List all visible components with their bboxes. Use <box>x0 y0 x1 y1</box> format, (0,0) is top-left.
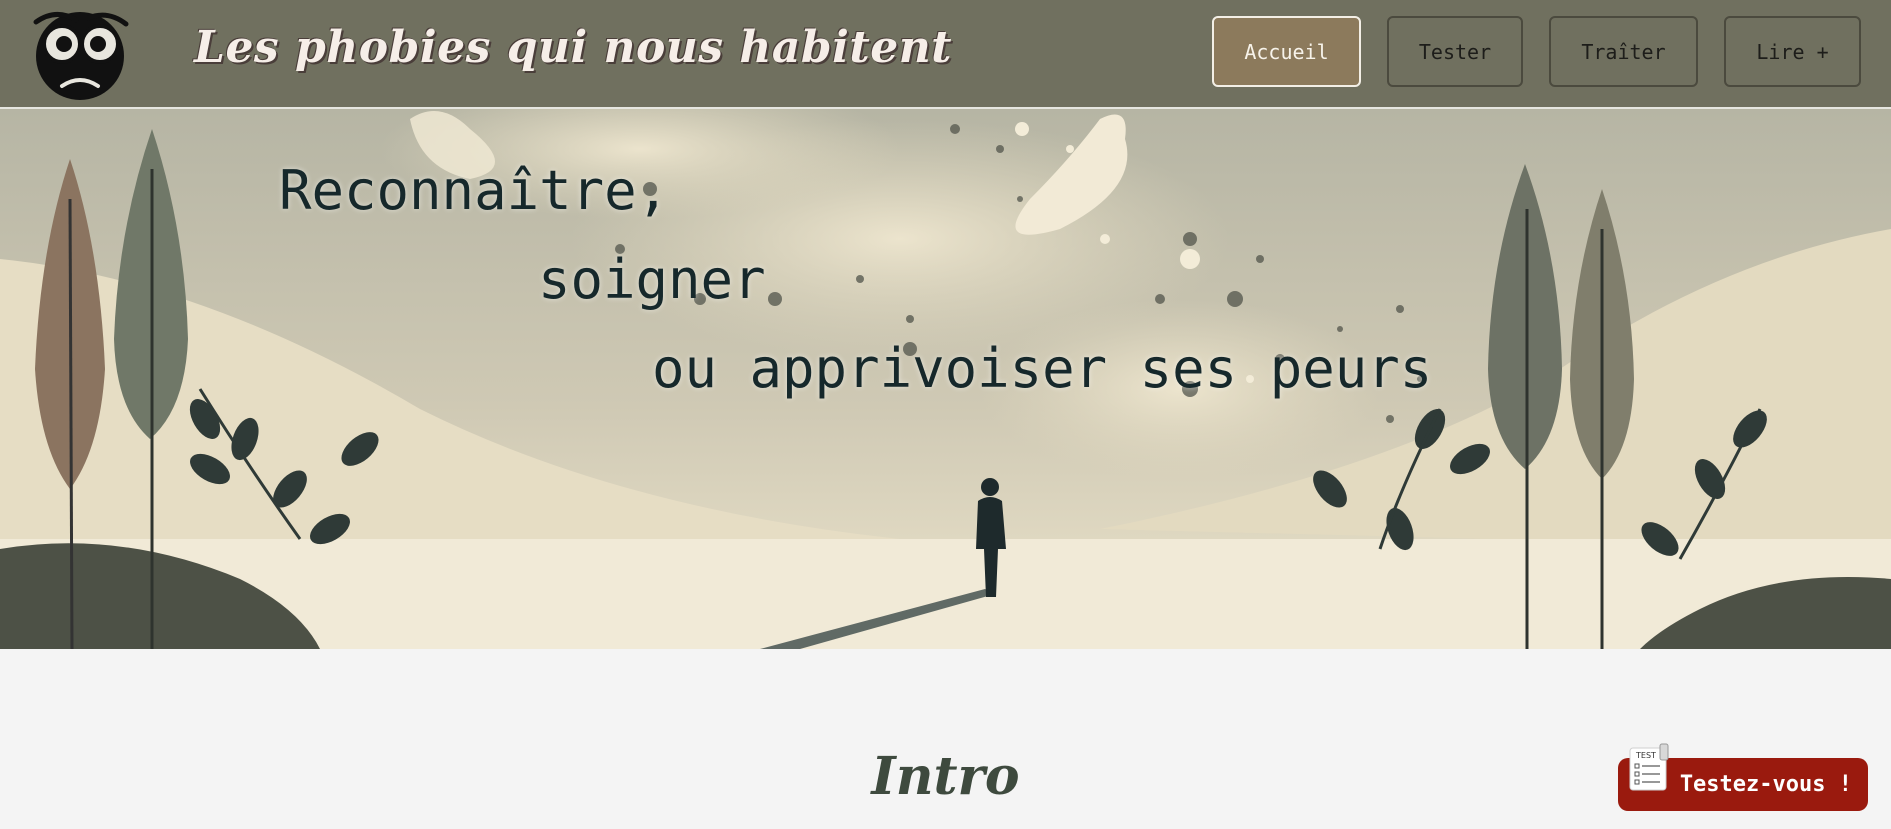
nav-button-lire-plus[interactable]: Lire + <box>1724 16 1861 87</box>
site-header: Les phobies qui nous habitent Accueil Te… <box>0 0 1891 109</box>
hero-line-reconnaitre: Reconnaître, <box>279 159 670 222</box>
nav-button-accueil[interactable]: Accueil <box>1212 16 1361 87</box>
intro-heading: Intro <box>871 746 1020 807</box>
test-yourself-label: Testez-vous ! <box>1679 772 1852 797</box>
worried-face-icon[interactable] <box>28 4 132 102</box>
hero-line-apprivoiser: ou apprivoiser ses peurs <box>652 337 1433 400</box>
hero-line-soigner: soigner <box>538 248 766 311</box>
nav-button-tester[interactable]: Tester <box>1387 16 1523 87</box>
test-sheet-icon: TEST <box>1629 743 1669 791</box>
hero-banner: Reconnaître, soigner ou apprivoiser ses … <box>0 109 1891 649</box>
test-icon-label: TEST <box>1635 751 1656 760</box>
nav-button-traiter[interactable]: Traîter <box>1549 16 1698 87</box>
site-title: Les phobies qui nous habitent <box>194 22 953 73</box>
